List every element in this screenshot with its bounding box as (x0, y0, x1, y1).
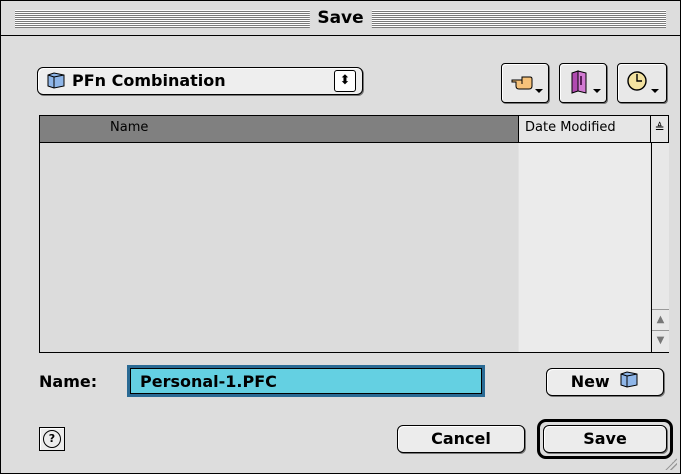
save-dialog: Save PFn Combination ⬍ Name Date Modifie… (0, 0, 681, 474)
vertical-scrollbar[interactable]: ▲ ▼ (651, 143, 669, 352)
recent-button[interactable] (617, 63, 667, 103)
cancel-button[interactable]: Cancel (397, 425, 525, 453)
column-label-name: Name (110, 120, 149, 135)
column-header-date-modified[interactable]: Date Modified (519, 116, 651, 142)
file-list[interactable]: Name Date Modified ≜ ▲ ▼ (39, 115, 669, 353)
file-name-input[interactable] (127, 365, 485, 397)
chevron-down-icon (535, 89, 543, 93)
help-button[interactable]: ? (39, 427, 65, 451)
scroll-up-arrow-icon[interactable]: ▲ (652, 309, 669, 330)
shortcuts-button[interactable] (501, 63, 549, 103)
file-list-header: Name Date Modified ≜ (40, 116, 668, 143)
pointing-hand-icon (510, 70, 534, 96)
column-label-date-modified: Date Modified (525, 120, 616, 135)
new-folder-icon (619, 370, 639, 396)
file-list-name-column[interactable] (40, 143, 518, 352)
folder-popup-menu[interactable]: PFn Combination ⬍ (37, 67, 363, 95)
new-folder-label: New (570, 372, 610, 391)
folder-popup-label: PFn Combination (72, 71, 226, 90)
new-folder-button[interactable]: New (546, 368, 664, 396)
clock-icon (626, 70, 650, 98)
sort-direction-button[interactable]: ≜ (651, 116, 668, 142)
chevron-down-icon (593, 89, 601, 93)
resize-grip-icon[interactable] (665, 458, 677, 470)
help-icon: ? (43, 430, 61, 448)
scroll-down-arrow-icon[interactable]: ▼ (652, 330, 669, 351)
column-header-name[interactable]: Name (40, 116, 519, 142)
title-bar[interactable]: Save (1, 1, 680, 36)
name-field-label: Name: (39, 372, 98, 391)
window-title: Save (309, 7, 372, 29)
save-button[interactable]: Save (543, 425, 667, 453)
popup-arrows-icon: ⬍ (334, 70, 356, 92)
favorites-book-icon (568, 70, 592, 98)
chevron-down-icon (651, 89, 659, 93)
folder-icon (46, 71, 66, 93)
favorites-button[interactable] (559, 63, 607, 103)
file-list-date-column[interactable] (519, 143, 650, 352)
